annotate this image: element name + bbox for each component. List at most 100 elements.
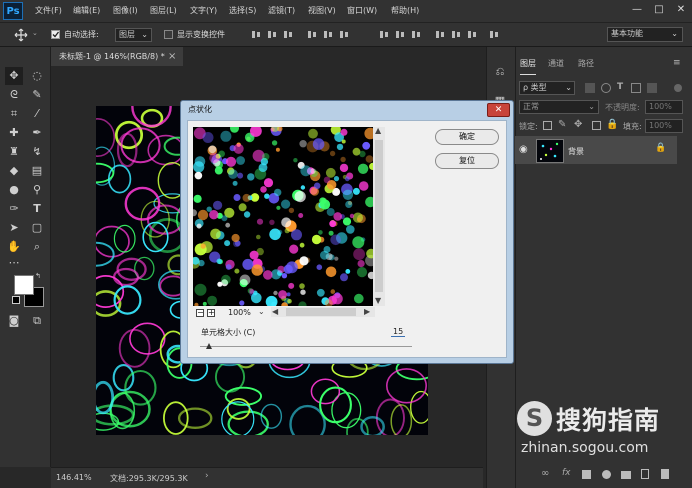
lock-transparency-icon[interactable] [543,121,552,130]
distribute-right-icon[interactable] [466,29,478,40]
default-colors-icon[interactable] [12,296,20,304]
quick-mask-icon[interactable]: ◙ [5,312,23,330]
reset-button[interactable]: 复位 [435,153,499,169]
align-vcenter-icon[interactable] [266,29,278,40]
link-layers-icon[interactable]: ∞ [541,468,549,479]
scroll-down-arrow-icon[interactable]: ▼ [375,296,381,305]
zoom-tool-icon[interactable]: ⌕ [28,238,46,256]
scroll-right-arrow-icon[interactable]: ▶ [364,307,370,316]
distribute-vcenter-icon[interactable] [394,29,406,40]
new-layer-icon[interactable] [641,469,649,479]
new-adjustment-icon[interactable] [602,470,611,479]
crop-tool-icon[interactable]: ⌗ [5,105,23,123]
filter-adjustment-icon[interactable] [601,83,611,93]
pen-tool-icon[interactable]: ✑ [5,200,23,218]
zoom-dropdown-chevron-icon[interactable]: ⌄ [258,307,265,316]
close-window-button[interactable]: ✕ [672,2,690,18]
align-left-icon[interactable] [306,29,318,40]
align-hcenter-icon[interactable] [322,29,334,40]
panel-menu-icon[interactable]: ≡ [673,58,681,68]
distribute-hcenter-icon[interactable] [450,29,462,40]
maximize-button[interactable]: □ [650,2,668,18]
menu-file[interactable]: 文件(F) [35,0,62,22]
filter-pixel-icon[interactable] [585,83,595,93]
menu-type[interactable]: 文字(Y) [190,0,217,22]
healing-brush-tool-icon[interactable]: ✚ [5,124,23,142]
clone-stamp-tool-icon[interactable]: ♜ [5,143,23,161]
menu-edit[interactable]: 编辑(E) [73,0,100,22]
layer-style-icon[interactable]: fx [562,468,571,478]
distribute-bottom-icon[interactable] [410,29,422,40]
gradient-tool-icon[interactable]: ▤ [28,162,46,180]
zoom-in-button[interactable]: + [207,309,215,317]
brush-tool-icon[interactable]: ✒ [28,124,46,142]
tool-preset-chevron-icon[interactable]: ⌄ [32,29,38,37]
opacity-field[interactable]: 100% [645,100,683,114]
minimize-button[interactable]: — [628,2,646,18]
screen-mode-icon[interactable]: ⧉ [28,312,46,330]
scroll-left-arrow-icon[interactable]: ◀ [272,307,278,316]
blend-mode-dropdown[interactable]: 正常 ⌄ [519,100,599,114]
align-bottom-icon[interactable] [282,29,294,40]
dodge-tool-icon[interactable]: ⚲ [28,181,46,199]
align-top-icon[interactable] [250,29,262,40]
filter-smart-object-icon[interactable] [647,83,657,93]
rectangle-tool-icon[interactable]: ▢ [28,219,46,237]
history-brush-tool-icon[interactable]: ↯ [28,143,46,161]
swap-colors-icon[interactable]: ↰ [35,272,41,280]
status-menu-chevron-icon[interactable]: › [205,471,209,481]
lock-position-icon[interactable]: ✥ [574,119,582,130]
zoom-out-button[interactable]: − [196,309,204,317]
menu-select[interactable]: 选择(S) [229,0,256,22]
menu-view[interactable]: 视图(V) [308,0,336,22]
eraser-tool-icon[interactable]: ◆ [5,162,23,180]
quick-select-tool-icon[interactable]: ✎ [28,86,46,104]
history-panel-icon[interactable]: ⎌ [491,63,509,81]
marquee-tool-icon[interactable]: ◌ [28,67,46,85]
filter-type-icon[interactable]: T [617,82,623,92]
blur-tool-icon[interactable]: ● [5,181,23,199]
menu-layer[interactable]: 图层(L) [150,0,177,22]
fill-field[interactable]: 100% [645,119,683,133]
path-select-tool-icon[interactable]: ➤ [5,219,23,237]
menu-window[interactable]: 窗口(W) [347,0,377,22]
distribute-top-icon[interactable] [378,29,390,40]
layer-filter-dropdown[interactable]: ρ 类型 ⌄ [519,81,575,95]
distribute-left-icon[interactable] [434,29,446,40]
new-group-icon[interactable] [621,471,631,479]
align-right-icon[interactable] [338,29,350,40]
move-tool-icon[interactable] [14,28,28,42]
filter-shape-icon[interactable] [631,83,641,93]
zoom-level-readout[interactable]: 146.41% [56,473,92,482]
document-tab-close-icon[interactable]: × [168,47,180,66]
scroll-up-arrow-icon[interactable]: ▲ [375,126,381,135]
menu-image[interactable]: 图像(I) [113,0,138,22]
show-transform-checkbox[interactable] [164,30,173,39]
tab-layers[interactable]: 图层 [520,54,536,75]
foreground-color-swatch-top[interactable] [14,275,34,295]
auto-align-icon[interactable] [488,29,500,40]
dialog-close-button[interactable]: ✕ [487,103,510,117]
preview-vertical-scroll-thumb[interactable] [375,140,383,292]
add-mask-icon[interactable] [582,470,591,479]
document-tab[interactable]: 未标题-1 @ 146%(RGB/8) * [51,47,183,66]
cell-size-slider-track[interactable] [200,346,412,347]
eyedropper-tool-icon[interactable]: ⁄ [28,105,46,123]
cell-size-input[interactable]: 15 [391,327,406,337]
layer-visibility-eye-icon[interactable]: ◉ [519,144,528,155]
lock-artboard-icon[interactable] [592,121,601,130]
more-tools-icon[interactable]: ⋯ [5,254,23,272]
tab-channels[interactable]: 通道 [548,54,564,74]
workspace-dropdown[interactable]: 基本功能 ⌄ [607,27,683,42]
move-tool-icon[interactable]: ✥ [5,67,23,85]
ok-button[interactable]: 确定 [435,129,499,145]
menu-help[interactable]: 帮助(H) [391,0,419,22]
type-tool-icon[interactable]: T [28,200,46,218]
menu-filter[interactable]: 滤镜(T) [268,0,295,22]
delete-layer-icon[interactable] [661,469,669,479]
lock-all-icon[interactable]: 🔒 [606,119,618,130]
filter-toggle-icon[interactable] [674,84,682,92]
filter-preview[interactable] [193,127,373,306]
auto-select-dropdown[interactable]: 图层 ⌄ [115,28,152,42]
lock-pixels-icon[interactable]: ✎ [558,119,566,130]
